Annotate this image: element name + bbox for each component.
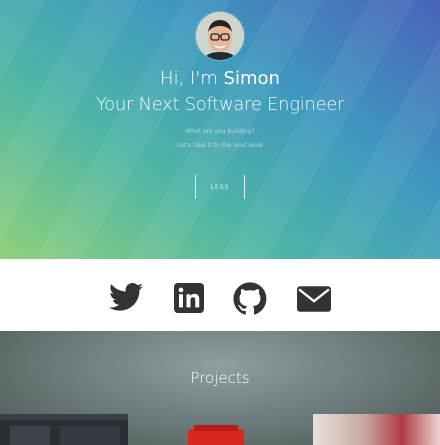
projects-heading: Projects — [190, 369, 250, 387]
avatar — [196, 12, 244, 60]
linkedin-link[interactable] — [174, 283, 204, 318]
thumbnail-panel — [10, 426, 50, 445]
github-link[interactable] — [233, 282, 267, 320]
hero-subtitle: Your Next Software Engineer — [95, 94, 345, 115]
thumbnail-titlebar — [0, 414, 128, 420]
hero-tagline-question: What are you building? — [185, 128, 255, 135]
github-icon — [233, 282, 267, 315]
hero-tagline-statement: Let's take it to the next level — [177, 142, 263, 149]
less-button[interactable]: LESS — [195, 175, 245, 199]
project-thumbnail-dark-app[interactable] — [0, 414, 128, 445]
project-thumbnail-red-object[interactable] — [188, 425, 244, 445]
twitter-icon — [109, 282, 143, 311]
project-thumbnail-photo[interactable] — [313, 414, 440, 445]
email-icon — [297, 286, 331, 312]
projects-section: Projects — [0, 331, 440, 445]
greeting-prefix: Hi, I'm — [160, 68, 224, 89]
avatar-portrait-icon — [196, 12, 244, 60]
twitter-link[interactable] — [109, 282, 143, 317]
linkedin-icon — [174, 283, 204, 313]
email-link[interactable] — [297, 286, 331, 317]
hero-section: Hi, I'm Simon Your Next Software Enginee… — [0, 0, 440, 259]
greeting-heading: Hi, I'm Simon — [0, 68, 440, 89]
thumbnail-panel — [60, 426, 120, 445]
greeting-name: Simon — [223, 68, 280, 89]
social-links-bar — [0, 259, 440, 331]
